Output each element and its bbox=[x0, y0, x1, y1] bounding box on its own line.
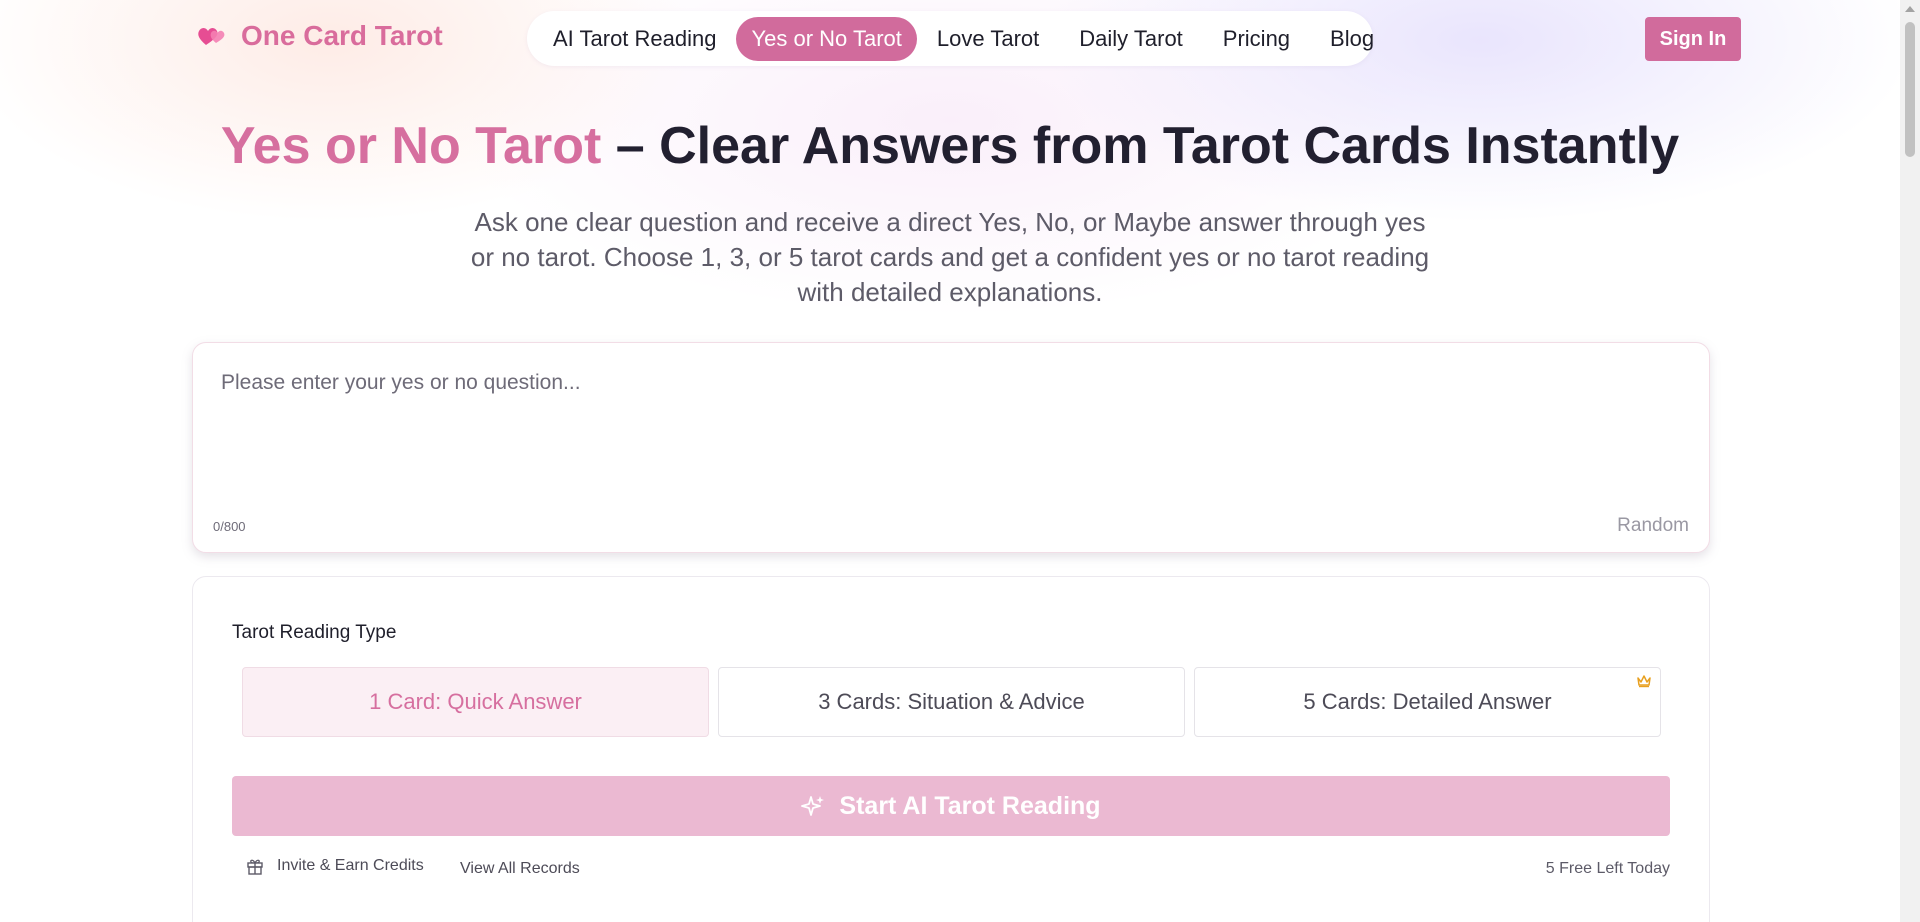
option-5-cards-label: 5 Cards: Detailed Answer bbox=[1303, 689, 1552, 714]
option-5-cards[interactable]: 5 Cards: Detailed Answer bbox=[1194, 667, 1661, 737]
gift-icon bbox=[247, 859, 263, 875]
start-reading-button[interactable]: Start AI Tarot Reading bbox=[232, 776, 1670, 836]
page-title-accent: Yes or No Tarot bbox=[220, 117, 602, 175]
hearts-icon bbox=[198, 28, 225, 45]
question-input[interactable] bbox=[221, 371, 1681, 501]
nav-yes-or-no-tarot[interactable]: Yes or No Tarot bbox=[736, 16, 917, 61]
nav-blog[interactable]: Blog bbox=[1310, 17, 1394, 61]
nav-daily-tarot[interactable]: Daily Tarot bbox=[1059, 17, 1203, 61]
reading-type-label: Tarot Reading Type bbox=[232, 622, 397, 643]
logo[interactable]: One Card Tarot bbox=[197, 20, 443, 52]
nav-ai-tarot-reading[interactable]: AI Tarot Reading bbox=[533, 17, 736, 61]
reading-panel: Tarot Reading Type 1 Card: Quick Answer … bbox=[192, 576, 1710, 922]
option-1-card[interactable]: 1 Card: Quick Answer bbox=[242, 667, 709, 737]
option-3-cards[interactable]: 3 Cards: Situation & Advice bbox=[718, 667, 1185, 737]
invite-earn-link[interactable]: Invite & Earn Credits bbox=[246, 857, 424, 875]
page-scrollbar[interactable] bbox=[1900, 0, 1920, 922]
brand-name: One Card Tarot bbox=[241, 20, 443, 51]
view-records-link[interactable]: View All Records bbox=[460, 860, 580, 878]
invite-earn-label: Invite & Earn Credits bbox=[277, 857, 424, 874]
option-1-card-label: 1 Card: Quick Answer bbox=[369, 689, 582, 714]
random-question-button[interactable]: Random bbox=[1617, 515, 1689, 537]
nav-love-tarot[interactable]: Love Tarot bbox=[917, 17, 1059, 61]
sign-in-button[interactable]: Sign In bbox=[1645, 17, 1741, 61]
sparkle-icon bbox=[801, 796, 825, 816]
crown-icon bbox=[1637, 675, 1651, 688]
page-title-rest: – Clear Answers from Tarot Cards Instant… bbox=[601, 117, 1680, 175]
page-subtitle: Ask one clear question and receive a dir… bbox=[470, 207, 1430, 307]
option-3-cards-label: 3 Cards: Situation & Advice bbox=[818, 689, 1085, 714]
page-title: Yes or No Tarot – Clear Answers from Tar… bbox=[0, 116, 1900, 176]
main-nav: AI Tarot Reading Yes or No Tarot Love Ta… bbox=[527, 11, 1374, 66]
panel-footer: Invite & Earn Credits View All Records 5… bbox=[232, 857, 1670, 881]
char-counter: 0/800 bbox=[213, 519, 246, 534]
scroll-thumb[interactable] bbox=[1905, 22, 1915, 157]
site-header: One Card Tarot AI Tarot Reading Yes or N… bbox=[0, 0, 1900, 78]
scroll-up-arrow-icon[interactable] bbox=[1905, 6, 1915, 12]
nav-pricing[interactable]: Pricing bbox=[1203, 17, 1310, 61]
start-reading-label: Start AI Tarot Reading bbox=[839, 791, 1101, 820]
free-left-status: 5 Free Left Today bbox=[1545, 860, 1670, 877]
question-box: 0/800 Random bbox=[192, 342, 1710, 553]
